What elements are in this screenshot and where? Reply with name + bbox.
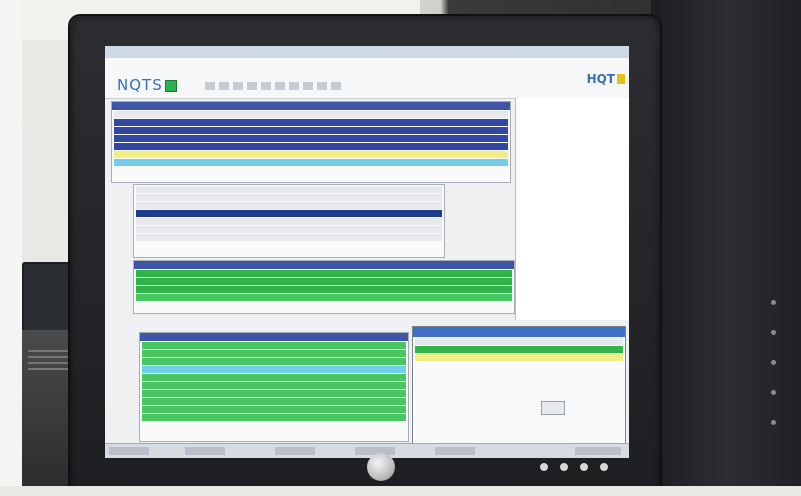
- table-row[interactable]: [136, 186, 442, 193]
- monitor-button[interactable]: [540, 463, 548, 471]
- tower-hole: [771, 360, 776, 365]
- taskbar-item[interactable]: [109, 447, 149, 455]
- table-row[interactable]: [136, 226, 442, 233]
- taskbar-item[interactable]: [275, 447, 315, 455]
- table-row[interactable]: [114, 151, 508, 158]
- table-row[interactable]: [114, 111, 508, 118]
- tower-hole: [771, 330, 776, 335]
- taskbar: [105, 443, 629, 458]
- table-row[interactable]: [114, 119, 508, 126]
- table-row[interactable]: [136, 218, 442, 225]
- table-row[interactable]: [142, 414, 406, 421]
- table-row[interactable]: [142, 350, 406, 357]
- table-row[interactable]: [142, 374, 406, 381]
- table-row[interactable]: [114, 135, 508, 142]
- tower-hole: [771, 390, 776, 395]
- orders-panel: [111, 101, 511, 183]
- trades-panel: [139, 332, 409, 442]
- brand-badge: [617, 74, 625, 84]
- table-row[interactable]: [114, 159, 508, 166]
- table-row[interactable]: [136, 202, 442, 209]
- taskbar-item[interactable]: [185, 447, 225, 455]
- side-pane: [515, 98, 629, 320]
- table-row[interactable]: [114, 143, 508, 150]
- monitor-button[interactable]: [580, 463, 588, 471]
- table-row[interactable]: [142, 382, 406, 389]
- popup-button[interactable]: [541, 401, 565, 415]
- table-row[interactable]: [136, 194, 442, 201]
- table-row[interactable]: [142, 406, 406, 413]
- app-toolbar: NQTS HQT: [105, 58, 629, 99]
- toolbar-buttons[interactable]: [205, 82, 375, 90]
- table-row[interactable]: [415, 354, 623, 361]
- table-row[interactable]: [136, 286, 512, 293]
- table-row[interactable]: [142, 398, 406, 405]
- table-row[interactable]: [114, 127, 508, 134]
- table-row[interactable]: [136, 210, 442, 217]
- taskbar-item[interactable]: [435, 447, 475, 455]
- detail-panel: [133, 184, 445, 258]
- monitor-button[interactable]: [560, 463, 568, 471]
- monitor-screen: NQTS HQT: [105, 46, 629, 458]
- monitor-button[interactable]: [600, 463, 608, 471]
- status-icon[interactable]: [165, 80, 177, 92]
- panel-header: [134, 261, 514, 269]
- positions-panel: [133, 260, 515, 314]
- table-row[interactable]: [142, 390, 406, 397]
- app-logo: NQTS: [117, 76, 163, 94]
- desk-edge: [0, 486, 801, 496]
- table-row[interactable]: [415, 338, 623, 345]
- popup-window: [412, 326, 626, 446]
- server-tower: [651, 0, 801, 496]
- table-row[interactable]: [142, 358, 406, 365]
- popup-header: [413, 327, 625, 337]
- table-row[interactable]: [136, 234, 442, 241]
- window-titlebar: [105, 46, 629, 58]
- table-row[interactable]: [136, 278, 512, 285]
- system-tray[interactable]: [575, 447, 621, 455]
- table-row[interactable]: [415, 346, 623, 353]
- tower-hole: [771, 300, 776, 305]
- table-row[interactable]: [142, 366, 406, 373]
- lcd-monitor: NQTS HQT: [70, 16, 660, 494]
- left-edge: [0, 0, 22, 496]
- table-row[interactable]: [136, 294, 512, 301]
- tower-hole: [771, 420, 776, 425]
- panel-header: [140, 333, 408, 341]
- power-button[interactable]: [367, 453, 395, 481]
- panel-header: [112, 102, 510, 110]
- brand-logo: HQT: [586, 72, 615, 86]
- table-row[interactable]: [136, 270, 512, 277]
- table-row[interactable]: [142, 342, 406, 349]
